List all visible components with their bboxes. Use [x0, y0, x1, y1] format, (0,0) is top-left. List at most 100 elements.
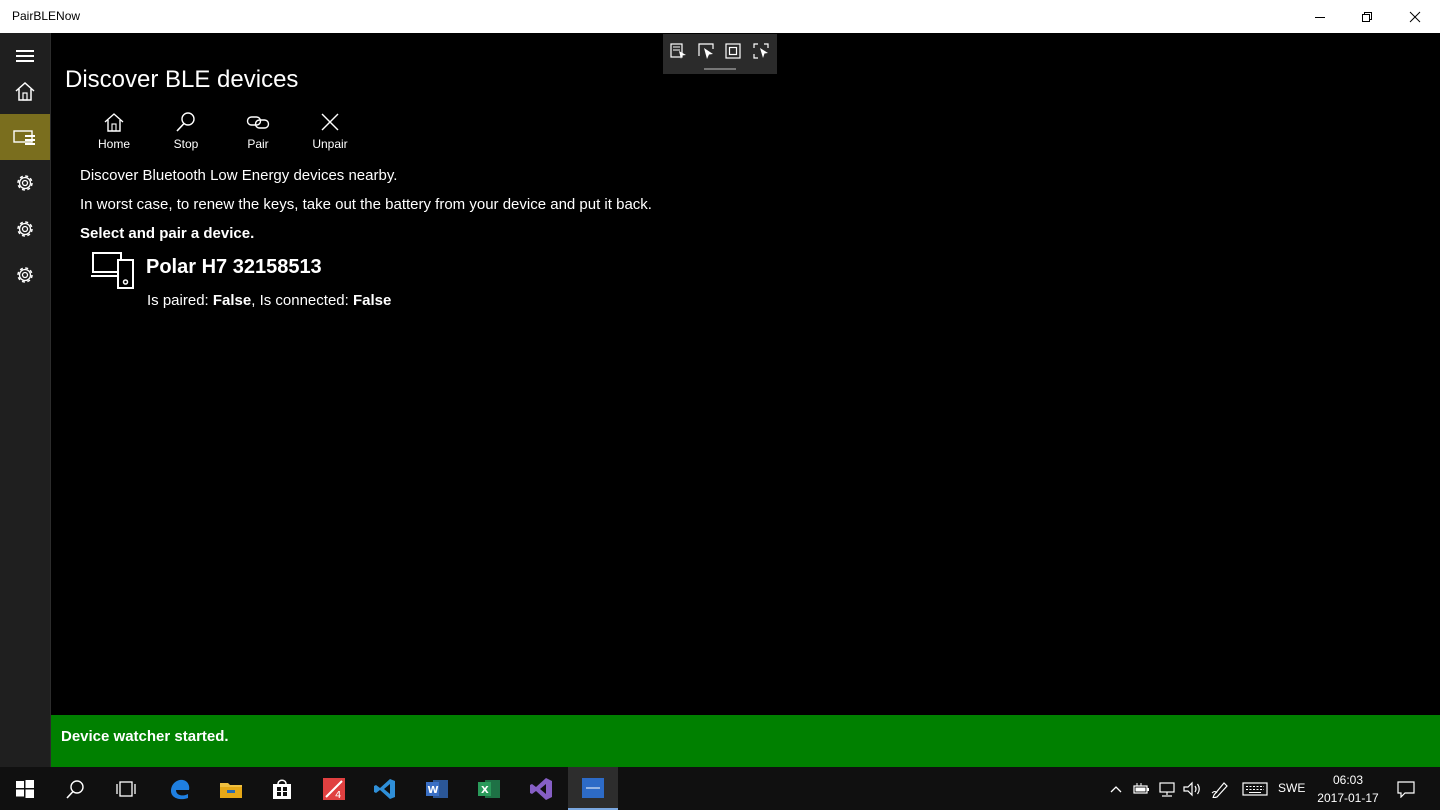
visual-studio-icon	[530, 777, 552, 800]
search-icon	[176, 112, 195, 132]
show-hidden-icons-button[interactable]	[1107, 767, 1125, 810]
stop-command-label: Stop	[173, 137, 199, 151]
select-element-button[interactable]	[696, 42, 716, 60]
restore-icon	[1362, 11, 1372, 22]
display-adorners-button[interactable]	[723, 42, 743, 60]
pair-command-label: Pair	[247, 137, 269, 151]
clock-date: 2017-01-17	[1317, 791, 1379, 805]
search-button[interactable]	[50, 767, 100, 810]
chevron-up-icon	[1110, 785, 1122, 792]
network-tray-icon-button[interactable]	[1156, 767, 1178, 810]
task-view-icon	[116, 780, 136, 797]
description-text: Discover Bluetooth Low Energy devices ne…	[80, 167, 398, 184]
app-4-taskbar-button[interactable]: 4	[309, 767, 359, 810]
pen-workspace-button[interactable]	[1210, 767, 1232, 810]
pen-icon	[1211, 781, 1228, 798]
close-icon	[321, 113, 339, 131]
home-command-button[interactable]: Home	[78, 111, 150, 159]
home-command-label: Home	[97, 137, 130, 151]
minimize-icon	[1315, 16, 1325, 18]
taskbar: 4 W X SWE 06:03 2017-01-17	[0, 767, 1440, 810]
devices-icon	[91, 252, 134, 289]
nav-discover[interactable]	[0, 114, 50, 160]
home-icon	[15, 81, 35, 101]
debug-toolbar	[663, 34, 777, 74]
connected-value: False	[352, 292, 392, 309]
app-title: PairBLENow	[12, 9, 81, 23]
app-window-icon	[582, 777, 604, 798]
svg-text:X: X	[481, 785, 489, 796]
touch-keyboard-button[interactable]	[1241, 767, 1269, 810]
paired-label: Is paired:	[147, 292, 213, 309]
gear-icon	[17, 267, 33, 283]
track-focus-icon	[753, 43, 769, 59]
nav-settings-2[interactable]	[0, 206, 50, 252]
status-bar: Device watcher started.	[51, 715, 1440, 767]
file-explorer-taskbar-button[interactable]	[206, 767, 256, 810]
keyboard-icon	[1242, 781, 1268, 796]
svg-text:W: W	[428, 785, 439, 796]
nav-settings-1[interactable]	[0, 160, 50, 206]
restore-button[interactable]	[1344, 0, 1390, 33]
home-icon	[104, 113, 124, 132]
pair-command-button[interactable]: Pair	[222, 111, 294, 159]
app-tile-icon: 4	[323, 777, 345, 801]
close-icon	[1409, 11, 1421, 22]
visual-studio-taskbar-button[interactable]	[516, 767, 566, 810]
word-taskbar-button[interactable]: W	[412, 767, 462, 810]
command-bar: Home Stop Pair Unpair	[78, 111, 366, 159]
live-tree-icon	[670, 43, 686, 59]
pairblenow-taskbar-button[interactable]	[568, 767, 618, 810]
network-wired-icon	[1159, 781, 1175, 797]
svg-text:4: 4	[335, 790, 341, 801]
input-language-indicator[interactable]: SWE	[1278, 781, 1305, 795]
select-pointer-icon	[698, 43, 714, 59]
clock[interactable]: 06:03 2017-01-17	[1312, 771, 1384, 807]
excel-icon: X	[478, 779, 500, 798]
connected-label: , Is connected:	[251, 292, 353, 309]
adorner-icon	[725, 43, 741, 59]
paired-value: False	[212, 292, 252, 309]
device-list-item[interactable]: Polar H7 32158513 Is paired: False, Is c…	[91, 250, 451, 314]
title-bar: PairBLENow	[0, 0, 1440, 33]
word-icon: W	[426, 779, 448, 798]
start-button[interactable]	[0, 767, 50, 810]
status-message: Device watcher started.	[61, 728, 229, 745]
task-view-button[interactable]	[101, 767, 151, 810]
minimize-button[interactable]	[1297, 0, 1343, 33]
navigation-rail	[0, 33, 51, 767]
vscode-icon	[374, 778, 395, 799]
store-taskbar-button[interactable]	[257, 767, 307, 810]
stop-command-button[interactable]: Stop	[150, 111, 222, 159]
excel-taskbar-button[interactable]: X	[464, 767, 514, 810]
windows-logo-icon	[16, 779, 34, 798]
unpair-command-label: Unpair	[312, 137, 348, 151]
edge-taskbar-button[interactable]	[155, 767, 205, 810]
edge-icon	[171, 779, 190, 799]
gear-icon	[17, 175, 33, 191]
link-icon	[246, 116, 270, 129]
volume-icon	[1183, 781, 1200, 796]
action-center-button[interactable]	[1392, 767, 1420, 810]
vscode-taskbar-button[interactable]	[360, 767, 410, 810]
unpair-command-button[interactable]: Unpair	[294, 111, 366, 159]
track-focus-button[interactable]	[751, 42, 771, 60]
live-tree-button[interactable]	[668, 42, 688, 60]
hint-text: In worst case, to renew the keys, take o…	[80, 196, 652, 213]
volume-tray-icon-button[interactable]	[1181, 767, 1203, 810]
close-button[interactable]	[1392, 0, 1438, 33]
toolbar-grip[interactable]	[704, 68, 736, 70]
instruction-text: Select and pair a device.	[80, 225, 255, 242]
hamburger-icon	[16, 50, 34, 62]
notification-icon	[1397, 780, 1415, 798]
main-content: Discover BLE devices Home Stop Pair Unpa…	[51, 33, 1440, 715]
search-icon	[66, 779, 84, 799]
device-name: Polar H7 32158513	[146, 256, 322, 278]
clock-time: 06:03	[1332, 773, 1364, 787]
battery-tray-icon-button[interactable]	[1130, 767, 1152, 810]
nav-home[interactable]	[0, 68, 50, 114]
folder-icon	[220, 782, 242, 798]
store-icon	[273, 779, 291, 799]
device-status: Is paired: False, Is connected: False	[147, 292, 391, 309]
nav-settings-3[interactable]	[0, 252, 50, 298]
